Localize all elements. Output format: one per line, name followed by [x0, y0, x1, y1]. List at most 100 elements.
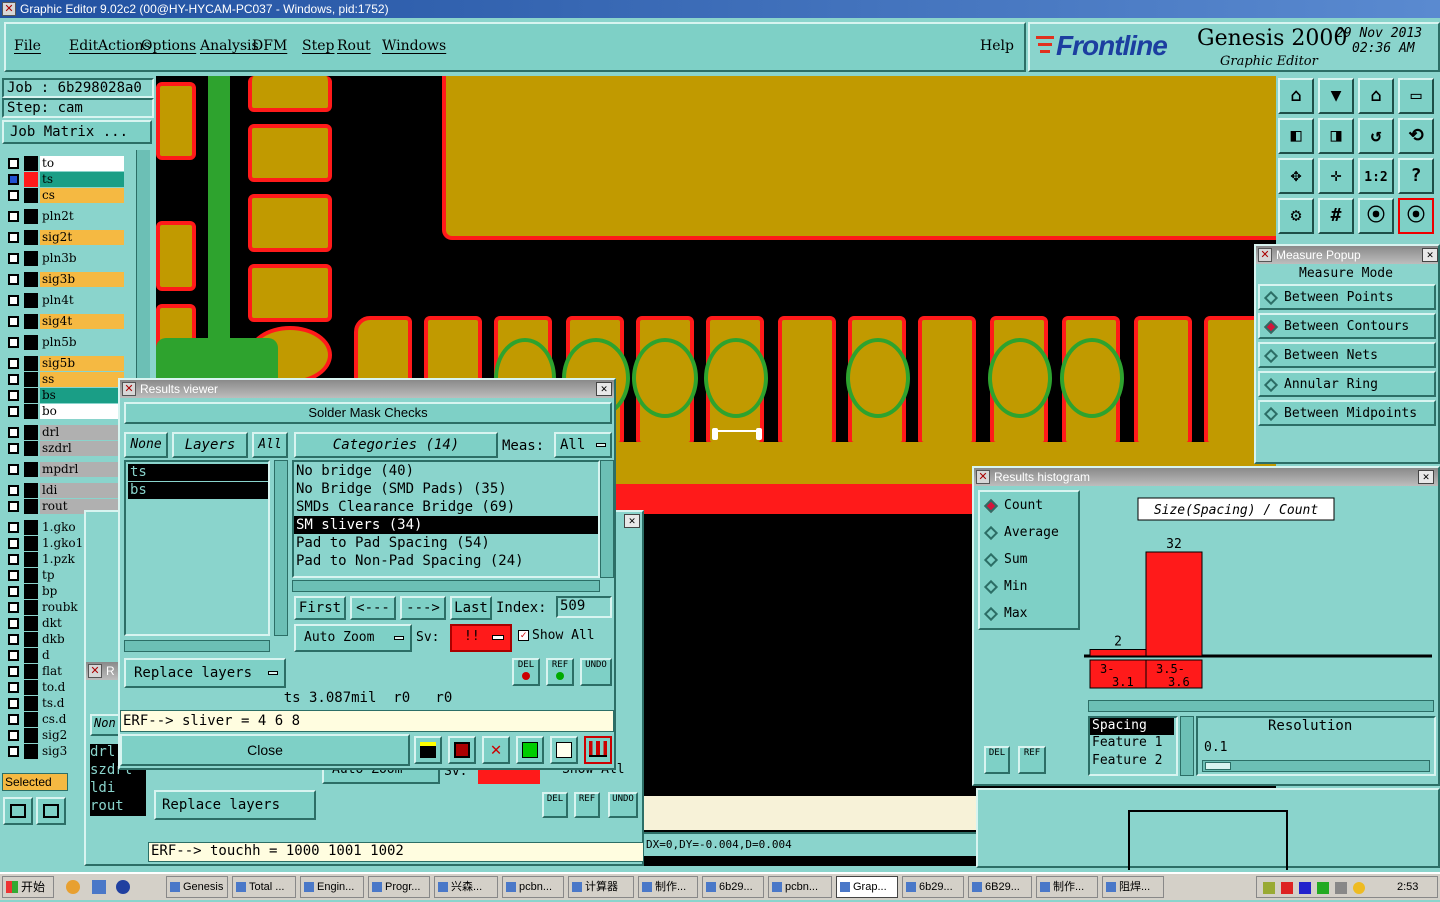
measure-option[interactable]: Between Midpoints: [1258, 400, 1436, 426]
result-layer-list[interactable]: ts bs: [124, 460, 270, 636]
layer-checkbox[interactable]: [8, 650, 19, 661]
taskbar-item[interactable]: 制作...: [638, 876, 698, 898]
layer-checkbox[interactable]: [8, 232, 19, 243]
flip-button[interactable]: ↺: [1358, 118, 1394, 154]
layer-checkbox[interactable]: [8, 158, 19, 169]
measure-button[interactable]: ⦿: [1358, 198, 1394, 234]
categories-hscroll[interactable]: [292, 580, 600, 592]
taskbar-item[interactable]: 6b29...: [902, 876, 964, 898]
layer-row[interactable]: bs: [6, 388, 124, 403]
taskbar-item[interactable]: pcbn...: [768, 876, 832, 898]
menu-windows[interactable]: Windows: [382, 38, 446, 54]
auto-zoom-dropdown[interactable]: Auto Zoom: [294, 624, 412, 652]
measure-option[interactable]: Between Contours: [1258, 313, 1436, 339]
undo-button[interactable]: UNDO: [580, 658, 612, 686]
menu-edit[interactable]: Edit: [69, 38, 98, 54]
list-item[interactable]: rout: [90, 798, 146, 816]
layer-checkbox[interactable]: [8, 746, 19, 757]
category-item[interactable]: No Bridge (SMD Pads) (35): [294, 480, 598, 498]
layer-row[interactable]: drl: [6, 425, 124, 440]
taskbar-item[interactable]: 6b29...: [702, 876, 764, 898]
category-item[interactable]: Pad to Non-Pad Spacing (24): [294, 552, 598, 570]
snake-button[interactable]: ⟲: [1398, 118, 1434, 154]
taskbar-item[interactable]: 制作...: [1036, 876, 1098, 898]
one-to-two-button[interactable]: 1:2: [1358, 158, 1394, 194]
list-item[interactable]: bs: [128, 482, 268, 499]
first-button[interactable]: First: [294, 596, 346, 620]
layer-row[interactable]: ss: [6, 372, 124, 387]
categories-vscroll[interactable]: [600, 460, 614, 578]
layer-checkbox[interactable]: [8, 443, 19, 454]
menu-file[interactable]: File: [14, 38, 41, 54]
layer-checkbox[interactable]: [8, 634, 19, 645]
layer-row[interactable]: szdrl: [6, 441, 124, 456]
settings-button[interactable]: ⚙: [1278, 198, 1314, 234]
measure-option[interactable]: Annular Ring: [1258, 371, 1436, 397]
meas-dropdown[interactable]: All: [554, 432, 612, 458]
layer-checkbox[interactable]: [8, 316, 19, 327]
layer-checkbox[interactable]: [8, 586, 19, 597]
layer-checkbox[interactable]: [8, 602, 19, 613]
list-item[interactable]: Spacing: [1090, 718, 1174, 735]
layer-row[interactable]: mpdrl: [6, 462, 124, 477]
taskbar-item[interactable]: 兴森...: [434, 876, 498, 898]
previous-button[interactable]: <---: [350, 596, 396, 620]
layer-checkbox[interactable]: [8, 485, 19, 496]
menu-options[interactable]: Options: [141, 38, 196, 54]
categories-list[interactable]: No bridge (40) No Bridge (SMD Pads) (35) S…: [292, 460, 600, 578]
layer-list-vscroll[interactable]: [274, 460, 288, 636]
slider-thumb[interactable]: [1205, 762, 1231, 770]
layer-checkbox[interactable]: [8, 682, 19, 693]
layer-row[interactable]: pln5b: [6, 335, 124, 350]
category-item[interactable]: Pad to Pad Spacing (54): [294, 534, 598, 552]
taskbar-item[interactable]: 6B29...: [968, 876, 1032, 898]
list-item[interactable]: Feature 2: [1090, 753, 1176, 771]
list-item[interactable]: ldi: [90, 780, 146, 798]
layer-checkbox[interactable]: [8, 358, 19, 369]
highlight-button[interactable]: [448, 736, 476, 764]
layer-row[interactable]: pln2t: [6, 209, 124, 224]
layer-checkbox[interactable]: [8, 666, 19, 677]
layer-checkbox[interactable]: [8, 337, 19, 348]
list-item[interactable]: Feature 1: [1090, 735, 1176, 753]
numbered-button[interactable]: [516, 736, 544, 764]
ref-button[interactable]: REF: [546, 658, 574, 686]
fit-button[interactable]: ✥: [1278, 158, 1314, 194]
layer-checkbox[interactable]: [8, 174, 19, 185]
layer-checkbox[interactable]: [8, 274, 19, 285]
layer-row[interactable]: pln3b: [6, 251, 124, 266]
tray-icon[interactable]: [1335, 882, 1347, 894]
layer-row[interactable]: pln4t: [6, 293, 124, 308]
tray-icon[interactable]: [1299, 882, 1311, 894]
layer-row[interactable]: ldi: [6, 483, 124, 498]
taskbar-item[interactable]: Total ...: [232, 876, 296, 898]
layer-list-hscroll[interactable]: [124, 640, 270, 652]
aggregate-option[interactable]: Count: [983, 498, 1043, 518]
close-button[interactable]: Close: [120, 734, 410, 766]
tray-icon[interactable]: [1263, 882, 1275, 894]
histogram-bar[interactable]: [1145, 551, 1203, 657]
aggregate-option[interactable]: Max: [983, 606, 1027, 626]
taskbar-item[interactable]: Engin...: [300, 876, 364, 898]
next-button[interactable]: --->: [400, 596, 446, 620]
del-button[interactable]: DEL: [512, 658, 540, 686]
report-button[interactable]: [414, 736, 442, 764]
category-item[interactable]: SM slivers (34): [294, 516, 598, 534]
measure-option[interactable]: Between Points: [1258, 284, 1436, 310]
all-layers-button[interactable]: All: [252, 432, 288, 458]
sv-dropdown[interactable]: !!: [450, 624, 512, 652]
frame-button[interactable]: ▭: [1398, 78, 1434, 114]
zoom-in-button[interactable]: [3, 797, 33, 825]
layer-row[interactable]: sig2t: [6, 230, 124, 245]
list-item[interactable]: ts: [128, 464, 268, 481]
tray-icon[interactable]: [1281, 882, 1293, 894]
layer-row[interactable]: cs: [6, 188, 124, 203]
layer-checkbox[interactable]: [8, 730, 19, 741]
layer-row[interactable]: sig5b: [6, 356, 124, 371]
layer-row[interactable]: ts: [6, 172, 124, 187]
layer-row[interactable]: to: [6, 156, 124, 171]
pan-right-button[interactable]: ◨: [1318, 118, 1354, 154]
category-item[interactable]: SMDs Clearance Bridge (69): [294, 498, 598, 516]
categories-button[interactable]: Categories (14): [294, 432, 498, 458]
aggregate-option[interactable]: Min: [983, 579, 1027, 599]
